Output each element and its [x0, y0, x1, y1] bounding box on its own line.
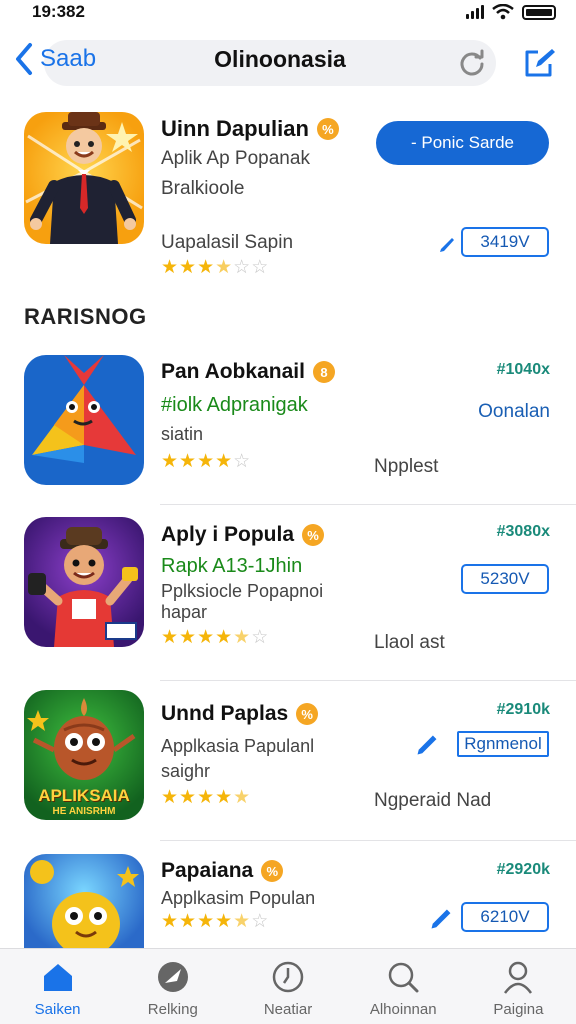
- cell-signal-icon: [466, 5, 484, 19]
- app-status: Npplest: [374, 456, 439, 477]
- tab-label: Paigina: [493, 1001, 544, 1018]
- app-title-text: Unnd Paplas: [161, 702, 289, 725]
- yellow-monster-illustration: [30, 860, 139, 948]
- app-rating-stars: ★★★★★: [161, 787, 252, 808]
- tab-news[interactable]: Neatiar: [230, 949, 345, 1024]
- tab-bar: Saiken Relking Neatiar Alhoinnan Paigina: [0, 948, 576, 1024]
- verified-badge-icon: %: [302, 524, 325, 546]
- featured-title-text: Uinn Dapulian: [161, 116, 309, 141]
- origami-bird-illustration: [32, 355, 136, 463]
- battery-icon: [522, 4, 556, 20]
- featured-cta-button[interactable]: - Ponic Sarde: [376, 121, 549, 165]
- verified-badge-icon: %: [261, 860, 284, 882]
- refresh-icon[interactable]: [458, 49, 486, 77]
- app-icon-monster[interactable]: [24, 854, 144, 948]
- row-divider: [160, 680, 576, 681]
- app-title-row-4: Papaiana %: [161, 859, 284, 883]
- verified-badge-icon: %: [296, 703, 319, 725]
- pencil-icon: [431, 909, 451, 929]
- app-subtitle: Applkasim Populan: [161, 888, 316, 908]
- icon-subcaption: HE ANISRHM: [52, 806, 116, 817]
- tab-ranking[interactable]: Relking: [115, 949, 230, 1024]
- app-icon-origami[interactable]: [24, 355, 144, 485]
- chevron-left-icon: [16, 43, 32, 75]
- tab-search[interactable]: Alhoinnan: [346, 949, 461, 1024]
- pencil-icon: [417, 735, 437, 755]
- app-rating-stars: ★★★★★☆: [161, 911, 270, 932]
- icon-caption: APLIKSAIA: [38, 786, 130, 805]
- app-price: #2920k: [496, 861, 550, 878]
- row-divider: [160, 504, 576, 505]
- app-status: Ngperaid Nad: [374, 790, 492, 811]
- back-button[interactable]: Saab: [14, 42, 96, 76]
- featured-app-icon[interactable]: [24, 112, 144, 244]
- row-divider: [160, 840, 576, 841]
- app-title-row-1: Pan Aobkanail 8: [161, 360, 335, 384]
- status-bar: 19:382: [0, 0, 576, 26]
- pencil-icon: [440, 238, 454, 252]
- app-title-text: Pan Aobkanail: [161, 360, 305, 383]
- app-title-text: Papaiana: [161, 859, 254, 882]
- page-title: Olinoonasia: [214, 46, 346, 72]
- app-icon-character[interactable]: [24, 517, 144, 647]
- status-time: 19:382: [32, 2, 85, 21]
- app-subtitle: #iolk Adpranigak: [161, 394, 308, 416]
- home-icon: [43, 964, 72, 991]
- featured-developer: Uapalasil Sapin: [161, 232, 294, 253]
- verified-badge-icon: %: [316, 118, 339, 140]
- featured-subtitle: Aplik Ap Popanak: [161, 148, 310, 169]
- app-title-row-2: Aply i Popula %: [161, 523, 325, 547]
- rocket-icon: [157, 962, 188, 992]
- app-subtitle: Rapk A13-1Jhin: [161, 555, 303, 577]
- app-category: siatin: [161, 424, 204, 444]
- businessman-illustration: [25, 112, 143, 244]
- section-heading: RARISNOG: [24, 304, 147, 329]
- featured-price-button[interactable]: 3419V: [461, 227, 549, 257]
- app-rating-stars: ★★★★★☆: [161, 627, 270, 648]
- verified-badge-icon: 8: [312, 361, 335, 383]
- featured-app-title: Uinn Dapulian %: [161, 116, 339, 142]
- app-title-row-3: Unnd Paplas %: [161, 702, 319, 726]
- app-icon-onion[interactable]: APLIKSAIA HE ANISRHM: [24, 690, 144, 820]
- app-description: Pplksiocle Popapnoi: [161, 581, 324, 601]
- tab-label: Neatiar: [263, 1001, 313, 1018]
- wifi-icon: [492, 4, 514, 20]
- app-action-button[interactable]: Rgnmenol: [457, 731, 549, 757]
- featured-category: Bralkioole: [161, 178, 245, 199]
- app-status: Llaol ast: [374, 632, 445, 653]
- app-price: #1040x: [496, 361, 550, 378]
- cartoon-boy-illustration: [28, 527, 138, 647]
- app-price: #2910k: [496, 701, 550, 718]
- clock-icon: [272, 961, 304, 993]
- search-icon: [388, 962, 419, 993]
- open-link[interactable]: Oonalan: [478, 401, 550, 423]
- app-category: hapar: [161, 602, 208, 622]
- status-icons: [466, 4, 556, 20]
- app-price-button[interactable]: 5230V: [461, 564, 549, 594]
- tab-label: Saiken: [34, 1001, 81, 1018]
- compose-icon[interactable]: [522, 46, 558, 80]
- app-subtitle: Applkasia Papulanl: [161, 736, 315, 756]
- app-rating-stars: ★★★★☆: [161, 451, 252, 472]
- tab-profile[interactable]: Paigina: [461, 949, 576, 1024]
- tab-label: Alhoinnan: [369, 1001, 437, 1018]
- tab-home[interactable]: Saiken: [0, 949, 115, 1024]
- app-price: #3080x: [496, 523, 550, 540]
- featured-rating-stars: ★★★★☆☆: [161, 257, 270, 278]
- tab-label: Relking: [147, 1001, 198, 1018]
- app-category: saighr: [161, 761, 211, 781]
- person-icon: [504, 961, 533, 994]
- app-title-text: Aply i Popula: [161, 523, 295, 546]
- back-label: Saab: [40, 45, 97, 72]
- navigation-bar: Saab Olinoonasia: [0, 36, 576, 88]
- app-price-button[interactable]: 6210V: [461, 902, 549, 932]
